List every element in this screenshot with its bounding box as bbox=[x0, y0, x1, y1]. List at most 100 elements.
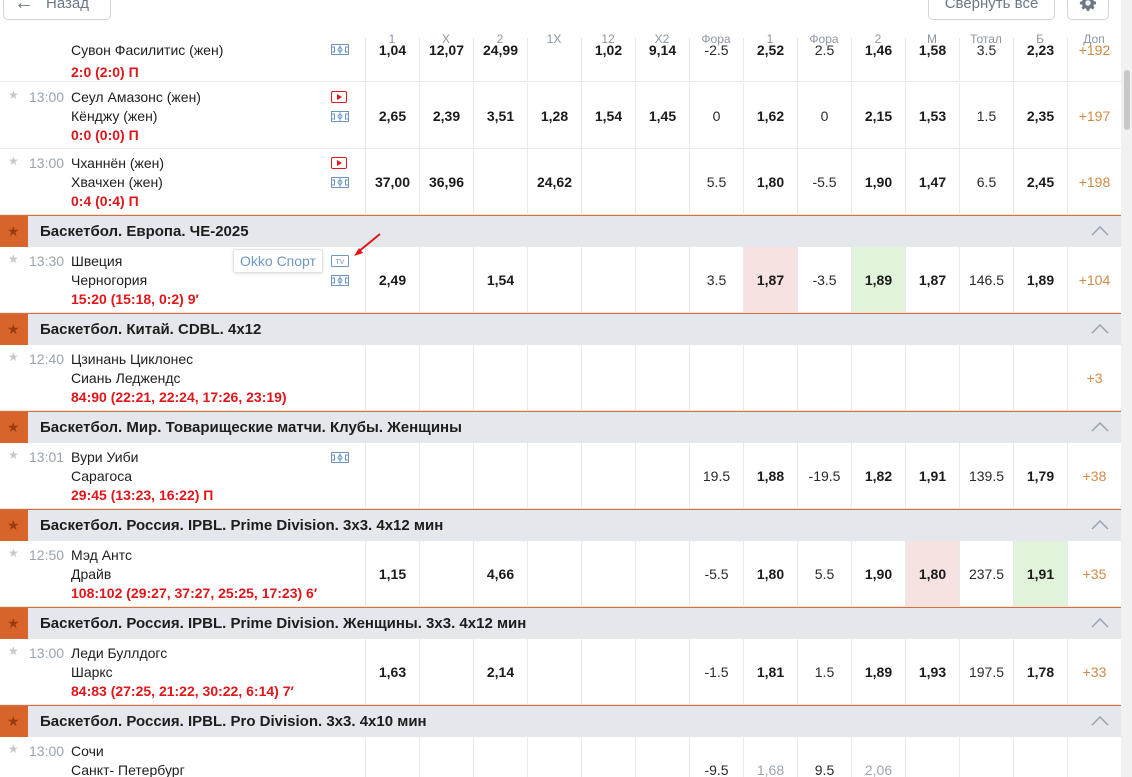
team-home[interactable]: Вури Уиби bbox=[71, 449, 138, 465]
star-icon[interactable]: ★ bbox=[8, 88, 19, 102]
odds-cell[interactable] bbox=[581, 247, 635, 312]
odds-cell[interactable]: 1,68 bbox=[743, 737, 797, 777]
scrollbar-thumb[interactable] bbox=[1124, 70, 1130, 130]
odds-cell[interactable]: 2,35 bbox=[1013, 83, 1067, 148]
odds-cell[interactable]: 1,89 bbox=[851, 247, 905, 312]
odds-cell[interactable]: 1,80 bbox=[743, 541, 797, 606]
odds-cell[interactable] bbox=[473, 737, 527, 777]
odds-cell[interactable]: 2,65 bbox=[365, 83, 419, 148]
odds-cell[interactable] bbox=[1013, 345, 1067, 410]
odds-cell[interactable]: 5.5 bbox=[689, 149, 743, 214]
team-home[interactable]: Леди Буллдогс bbox=[71, 645, 167, 661]
odds-cell[interactable]: -9.5 bbox=[689, 737, 743, 777]
odds-cell[interactable] bbox=[851, 345, 905, 410]
odds-cell[interactable] bbox=[635, 247, 689, 312]
odds-cell[interactable]: 1,87 bbox=[743, 247, 797, 312]
chevron-up-icon[interactable] bbox=[1091, 420, 1109, 434]
odds-cell[interactable]: 2,39 bbox=[419, 83, 473, 148]
team-away[interactable]: Хвачхен (жен) bbox=[71, 174, 163, 190]
odds-cell[interactable] bbox=[419, 247, 473, 312]
league-header[interactable]: ★ Баскетбол. Европа. ЧЕ-2025 bbox=[0, 215, 1121, 247]
team-home[interactable]: Сеул Амазонс (жен) bbox=[71, 89, 201, 105]
team-away[interactable]: Санкт- Петербург bbox=[71, 762, 185, 777]
chevron-up-icon[interactable] bbox=[1091, 518, 1109, 532]
team-away[interactable]: Кёнджу (жен) bbox=[71, 108, 157, 124]
odds-cell[interactable]: 2,06 bbox=[851, 737, 905, 777]
team-away[interactable]: Шаркс bbox=[71, 664, 113, 680]
odds-cell[interactable] bbox=[527, 443, 581, 508]
odds-cell[interactable] bbox=[527, 247, 581, 312]
video-icon[interactable] bbox=[331, 157, 347, 169]
odds-cell[interactable] bbox=[473, 443, 527, 508]
odds-cell[interactable]: 2,45 bbox=[1013, 149, 1067, 214]
odds-cell[interactable]: 1,91 bbox=[905, 443, 959, 508]
team-home[interactable]: Мэд Антс bbox=[71, 547, 132, 563]
league-header[interactable]: ★ Баскетбол. Россия. IPBL. Prime Division… bbox=[0, 607, 1121, 639]
odds-cell[interactable]: -19.5 bbox=[797, 443, 851, 508]
odds-cell[interactable]: 1,45 bbox=[635, 83, 689, 148]
odds-cell[interactable] bbox=[635, 737, 689, 777]
chevron-up-icon[interactable] bbox=[1091, 616, 1109, 630]
more-markets-link[interactable]: +33 bbox=[1067, 639, 1121, 704]
odds-cell[interactable]: 1,80 bbox=[905, 541, 959, 606]
odds-cell[interactable]: 1,54 bbox=[581, 83, 635, 148]
odds-cell[interactable] bbox=[959, 345, 1013, 410]
star-icon[interactable]: ★ bbox=[8, 154, 19, 168]
more-markets-link[interactable]: +197 bbox=[1067, 83, 1121, 148]
odds-cell[interactable] bbox=[527, 639, 581, 704]
team-away[interactable]: Сиань Леджендс bbox=[71, 370, 181, 386]
odds-cell[interactable] bbox=[419, 541, 473, 606]
odds-cell[interactable] bbox=[527, 737, 581, 777]
odds-cell[interactable]: 1,89 bbox=[1013, 247, 1067, 312]
odds-cell[interactable]: 0 bbox=[689, 83, 743, 148]
odds-cell[interactable]: 1,82 bbox=[851, 443, 905, 508]
collapse-all-button[interactable]: Свернуть все bbox=[928, 0, 1055, 20]
star-icon[interactable]: ★ bbox=[8, 546, 19, 560]
star-icon[interactable]: ★ bbox=[8, 742, 19, 756]
odds-cell[interactable]: 1,53 bbox=[905, 83, 959, 148]
star-icon[interactable]: ★ bbox=[8, 448, 19, 462]
team-home[interactable]: Цзинань Циклонес bbox=[71, 351, 193, 367]
odds-cell[interactable]: 1.5 bbox=[959, 83, 1013, 148]
team-away[interactable]: Черногория bbox=[71, 272, 147, 288]
odds-cell[interactable] bbox=[365, 443, 419, 508]
odds-cell[interactable] bbox=[473, 149, 527, 214]
odds-cell[interactable] bbox=[1013, 737, 1067, 777]
odds-cell[interactable]: 197.5 bbox=[959, 639, 1013, 704]
odds-cell[interactable]: 5.5 bbox=[797, 541, 851, 606]
odds-cell[interactable]: 1,87 bbox=[905, 247, 959, 312]
odds-cell[interactable] bbox=[419, 737, 473, 777]
odds-cell[interactable]: 1,15 bbox=[365, 541, 419, 606]
tv-icon[interactable]: TV bbox=[331, 255, 349, 267]
odds-cell[interactable] bbox=[635, 541, 689, 606]
odds-cell[interactable]: 3,51 bbox=[473, 83, 527, 148]
more-markets-link[interactable]: +38 bbox=[1067, 443, 1121, 508]
field-icon[interactable] bbox=[331, 111, 349, 122]
odds-cell[interactable]: 0 bbox=[797, 83, 851, 148]
favorite-league-star[interactable]: ★ bbox=[0, 314, 28, 345]
odds-cell[interactable]: 36,96 bbox=[419, 149, 473, 214]
team-away[interactable]: Сарагоса bbox=[71, 468, 132, 484]
league-header[interactable]: ★ Баскетбол. Россия. IPBL. Prime Division… bbox=[0, 509, 1121, 541]
team-home[interactable]: Чханнён (жен) bbox=[71, 155, 164, 171]
chevron-up-icon[interactable] bbox=[1091, 224, 1109, 238]
odds-cell[interactable]: 6.5 bbox=[959, 149, 1013, 214]
odds-cell[interactable] bbox=[473, 345, 527, 410]
odds-cell[interactable]: 4,66 bbox=[473, 541, 527, 606]
odds-cell[interactable]: 1,79 bbox=[1013, 443, 1067, 508]
odds-cell[interactable]: -5.5 bbox=[797, 149, 851, 214]
odds-cell[interactable]: 1,81 bbox=[743, 639, 797, 704]
favorite-league-star[interactable]: ★ bbox=[0, 510, 28, 541]
favorite-league-star[interactable]: ★ bbox=[0, 706, 28, 737]
odds-cell[interactable] bbox=[365, 737, 419, 777]
more-markets-link[interactable] bbox=[1067, 737, 1121, 777]
team-away[interactable]: Драйв bbox=[71, 566, 111, 582]
more-markets-link[interactable]: +35 bbox=[1067, 541, 1121, 606]
odds-cell[interactable]: 2,15 bbox=[851, 83, 905, 148]
team-home[interactable]: Швеция bbox=[71, 253, 122, 269]
odds-cell[interactable] bbox=[581, 345, 635, 410]
field-icon[interactable] bbox=[331, 177, 349, 188]
odds-cell[interactable]: 1,88 bbox=[743, 443, 797, 508]
odds-cell[interactable]: 1,78 bbox=[1013, 639, 1067, 704]
league-header[interactable]: ★ Баскетбол. Китай. CDBL. 4x12 bbox=[0, 313, 1121, 345]
